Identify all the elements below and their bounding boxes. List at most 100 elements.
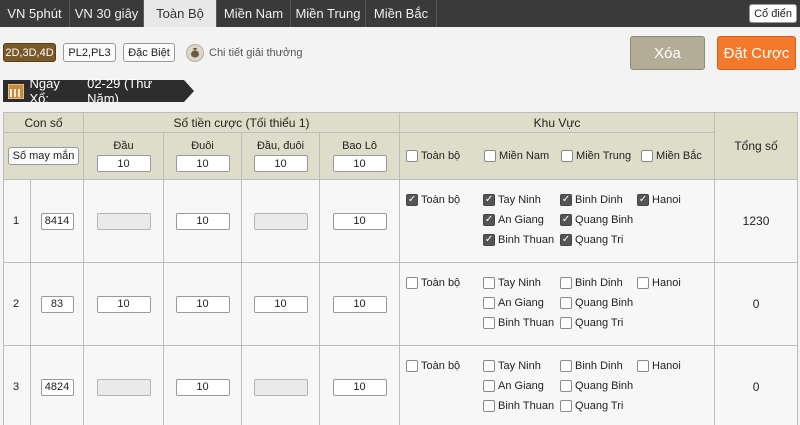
checkbox-icon xyxy=(637,277,650,289)
region-checkbox[interactable]: Hanoi xyxy=(637,360,681,372)
calendar-icon xyxy=(8,83,24,99)
dau-label: Đầu xyxy=(113,140,134,152)
checkbox-checked-icon xyxy=(406,194,419,206)
clear-button[interactable]: Xóa xyxy=(630,36,705,70)
duoi-label: Đuôi xyxy=(191,140,214,152)
bao-lo-input[interactable]: 10 xyxy=(332,295,387,313)
region-checkbox[interactable]: An Giang xyxy=(483,297,544,309)
region-mien-nam-label: Miền Nam xyxy=(499,150,550,162)
dau-duoi-input[interactable] xyxy=(253,378,308,396)
row-index: 1 xyxy=(3,179,31,263)
bet-row: 2 83 10 10 10 10 Toàn bộ Tay Ninh Binh Din… xyxy=(3,262,799,346)
region-mien-nam-checkbox[interactable]: Miền Nam xyxy=(484,150,561,162)
region-cell: Toàn bộ Tay Ninh Binh Dinh Hanoi An Giang Qua… xyxy=(399,262,716,346)
region-cell: Toàn bộ Tay Ninh Binh Dinh Hanoi An Giang Qua… xyxy=(399,345,716,425)
dau-cell: 10 xyxy=(83,262,164,346)
region-checkbox[interactable]: Tay Ninh xyxy=(483,194,541,206)
region-header: Khu Vực xyxy=(399,112,716,133)
lucky-number-cell: Số may mắn xyxy=(3,132,84,180)
region-select-header: Toàn bộ Miền Nam Miền Trung Miền Bắc xyxy=(399,132,716,180)
game-type-2d3d4d-button[interactable]: 2D,3D,4D xyxy=(3,43,56,62)
region-checkbox[interactable]: Quang Binh xyxy=(560,297,633,309)
checkbox-checked-icon xyxy=(483,194,496,206)
checkbox-icon xyxy=(637,360,650,372)
checkbox-checked-icon xyxy=(483,214,496,226)
bao-lo-input[interactable]: 10 xyxy=(332,378,387,396)
row-total: 1230 xyxy=(714,179,799,263)
number-input[interactable]: 8414 xyxy=(40,212,74,230)
dau-default-input[interactable]: 10 xyxy=(96,155,151,172)
checkbox-icon xyxy=(483,277,496,289)
bet-row: 3 4824 10 10 Toàn bộ Tay Ninh Binh Dinh Han… xyxy=(3,345,799,425)
checkbox-icon xyxy=(560,360,573,372)
tab-mien-nam[interactable]: Miền Nam xyxy=(217,0,291,27)
region-mien-trung-checkbox[interactable]: Miền Trung xyxy=(561,150,641,162)
tab-vn-30-giay[interactable]: VN 30 giây xyxy=(70,0,144,27)
region-label: Binh Thuan xyxy=(498,400,555,412)
region-checkbox[interactable]: An Giang xyxy=(483,380,544,392)
dau-duoi-input[interactable]: 10 xyxy=(253,295,308,313)
duoi-input[interactable]: 10 xyxy=(175,378,230,396)
total-header: Tổng số xyxy=(714,112,799,180)
region-checkbox[interactable]: Binh Thuan xyxy=(483,317,554,329)
region-label: Toàn bộ xyxy=(421,360,461,372)
region-checkbox[interactable]: Quang Binh xyxy=(560,214,633,226)
tab-mien-bac[interactable]: Miền Bắc xyxy=(366,0,437,27)
game-type-pl2pl3-button[interactable]: PL2,PL3 xyxy=(63,43,116,62)
region-checkbox[interactable]: Binh Thuan xyxy=(483,400,554,412)
bao-lo-default-input[interactable]: 10 xyxy=(332,155,387,172)
region-checkbox[interactable]: Toàn bộ xyxy=(406,360,460,372)
region-checkbox[interactable]: Toàn bộ xyxy=(406,277,460,289)
region-checkbox[interactable]: Toàn bộ xyxy=(406,194,460,206)
lucky-number-button[interactable]: Số may mắn xyxy=(7,147,80,165)
bao-lo-input[interactable]: 10 xyxy=(332,212,387,230)
dau-input[interactable] xyxy=(96,378,151,396)
duoi-input[interactable]: 10 xyxy=(175,212,230,230)
checkbox-icon xyxy=(641,150,654,162)
region-checkbox[interactable]: An Giang xyxy=(483,214,544,226)
region-checkbox[interactable]: Quang Tri xyxy=(560,317,623,329)
classic-mode-button[interactable]: Cổ điển xyxy=(749,4,797,23)
dau-input[interactable] xyxy=(96,212,151,230)
region-checkbox[interactable]: Binh Thuan xyxy=(483,234,554,246)
region-checkbox[interactable]: Binh Dinh xyxy=(560,277,623,289)
region-mien-bac-checkbox[interactable]: Miền Bắc xyxy=(641,150,702,162)
region-checkbox[interactable]: Binh Dinh xyxy=(560,194,623,206)
region-checkbox[interactable]: Binh Dinh xyxy=(560,360,623,372)
region-checkbox[interactable]: Tay Ninh xyxy=(483,360,541,372)
bet-table: Con số Số tiền cược (Tối thiểu 1) Khu Vự… xyxy=(3,112,799,425)
region-label: Tay Ninh xyxy=(498,360,541,372)
duoi-input[interactable]: 10 xyxy=(175,295,230,313)
dau-duoi-input[interactable] xyxy=(253,212,308,230)
checkbox-icon xyxy=(483,380,496,392)
tab-mien-trung[interactable]: Miền Trung xyxy=(291,0,366,27)
region-checkbox[interactable]: Quang Tri xyxy=(560,400,623,412)
region-label: Toàn bộ xyxy=(421,194,461,206)
region-checkbox[interactable]: Hanoi xyxy=(637,194,681,206)
number-input[interactable]: 83 xyxy=(40,295,74,313)
region-checkbox[interactable]: Quang Tri xyxy=(560,234,623,246)
number-input[interactable]: 4824 xyxy=(40,378,74,396)
duoi-header: Đuôi 10 xyxy=(163,132,242,180)
duoi-default-input[interactable]: 10 xyxy=(175,155,230,172)
region-mien-trung-label: Miền Trung xyxy=(576,150,632,162)
bao-lo-header: Bao Lô 10 xyxy=(318,132,401,180)
tab-toan-bo[interactable]: Toàn Bộ xyxy=(144,0,217,27)
dau-duoi-default-input[interactable]: 10 xyxy=(253,155,308,172)
region-checkbox[interactable]: Quang Binh xyxy=(560,380,633,392)
checkbox-icon xyxy=(406,150,419,162)
prize-detail-link[interactable]: Chi tiết giải thưởng xyxy=(186,42,302,63)
region-label: Binh Thuan xyxy=(498,234,555,246)
place-bet-button[interactable]: Đặt Cược xyxy=(717,36,796,70)
duoi-cell: 10 xyxy=(163,345,242,425)
bao-lo-cell: 10 xyxy=(318,179,401,263)
region-checkbox[interactable]: Tay Ninh xyxy=(483,277,541,289)
checkbox-icon xyxy=(406,360,419,372)
region-mien-bac-label: Miền Bắc xyxy=(656,150,702,162)
region-checkbox[interactable]: Hanoi xyxy=(637,277,681,289)
region-all-checkbox[interactable]: Toàn bộ xyxy=(406,150,484,162)
game-type-special-button[interactable]: Đặc Biệt xyxy=(123,43,175,62)
tab-vn-5phut[interactable]: VN 5phút xyxy=(0,0,70,27)
row-total: 0 xyxy=(714,345,799,425)
dau-input[interactable]: 10 xyxy=(96,295,151,313)
